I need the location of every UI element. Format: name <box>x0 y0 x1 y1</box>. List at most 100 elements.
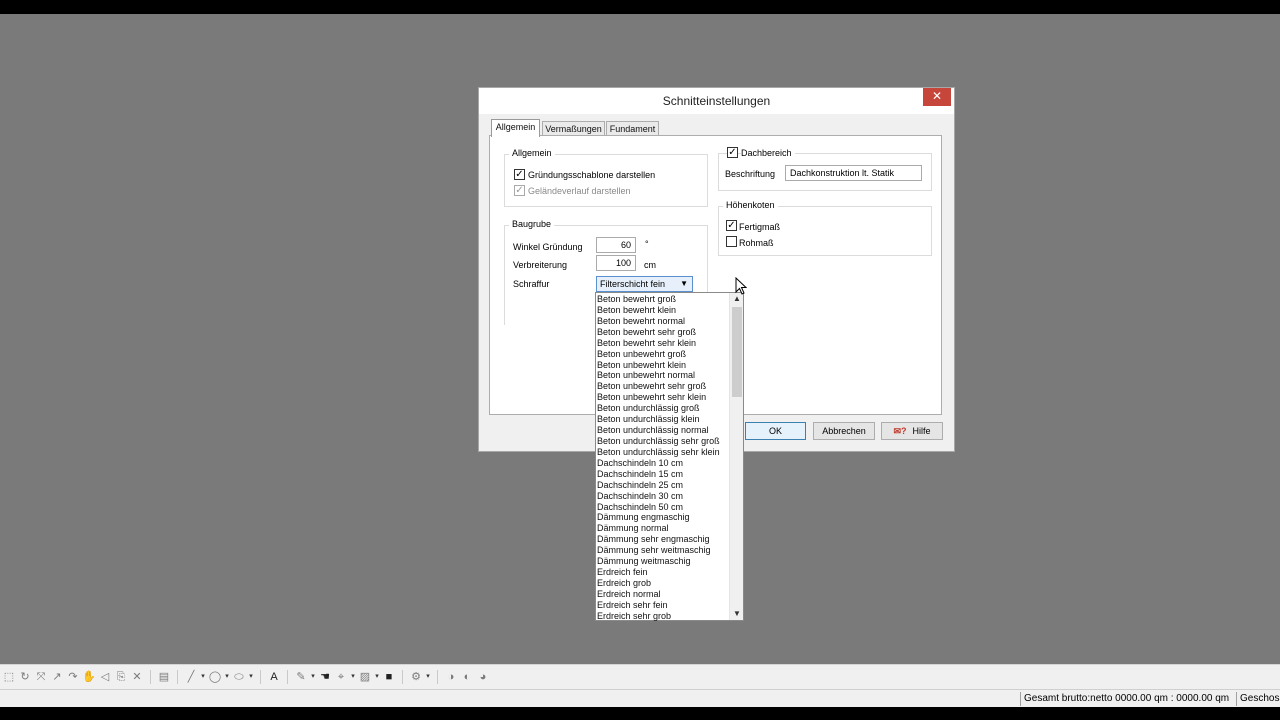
dropdown-list-item[interactable]: Beton undurchlässig sehr klein <box>596 447 730 458</box>
winkel-gruendung-input[interactable]: 60 <box>596 237 636 253</box>
checkbox-fertigmass[interactable]: ✓ <box>726 220 737 231</box>
dropdown-list-item[interactable]: Dämmung normal <box>596 523 730 534</box>
checkbox-dachbereich-label: Dachbereich <box>741 148 795 158</box>
circle-icon[interactable]: ◯ <box>208 669 222 685</box>
dropdown-list-item[interactable]: Erdreich fein <box>596 567 730 578</box>
tab-fundament[interactable]: Fundament <box>606 121 659 136</box>
schraffur-dropdown-list[interactable]: Beton bewehrt groß Beton bewehrt klein Bet… <box>595 292 744 621</box>
chevron-down-icon[interactable]: ▾ <box>200 669 206 685</box>
dropdown-list-item[interactable]: Beton bewehrt sehr groß <box>596 327 730 338</box>
status-bar: Gesamt brutto:netto 0000.00 qm : 0000.00… <box>0 689 1280 707</box>
dropdown-list-item[interactable]: Dachschindeln 25 cm <box>596 480 730 491</box>
hand-icon[interactable]: ☚ <box>318 669 332 685</box>
dropdown-list-item[interactable]: Beton unbewehrt groß <box>596 349 730 360</box>
dropdown-list-item[interactable]: Beton undurchlässig groß <box>596 403 730 414</box>
dropdown-list-item[interactable]: Dämmung weitmaschig <box>596 556 730 567</box>
dropdown-list-item[interactable]: Beton unbewehrt sehr klein <box>596 392 730 403</box>
checkbox-gruendungsschablone-label: Gründungsschablone darstellen <box>528 170 656 180</box>
dropdown-list-item[interactable]: Beton undurchlässig sehr groß <box>596 436 730 447</box>
measure-icon[interactable]: ⌖ <box>334 669 348 685</box>
tab-vermassungen[interactable]: Vermaßungen <box>542 121 605 136</box>
select-icon[interactable]: ⬚ <box>2 669 16 685</box>
layer-icon[interactable]: ▤ <box>157 669 171 685</box>
dropdown-list-item[interactable]: Erdreich grob <box>596 578 730 589</box>
dropdown-list-item[interactable]: Erdreich sehr grob <box>596 611 730 622</box>
pen-icon[interactable]: ✎ <box>294 669 308 685</box>
dropdown-list-item[interactable]: Dämmung sehr engmaschig <box>596 534 730 545</box>
mouse-cursor-icon <box>735 277 747 295</box>
toolbar-separator <box>177 670 178 684</box>
dropdown-list-item[interactable]: Dachschindeln 50 cm <box>596 502 730 513</box>
chevron-down-icon[interactable]: ▾ <box>310 669 316 685</box>
scrollbar-thumb[interactable] <box>732 307 742 397</box>
group-hoehenkoten-legend: Höhenkoten <box>723 200 778 210</box>
schraffur-select[interactable]: Filterschicht fein ▼ <box>596 276 693 292</box>
verbreiterung-input[interactable]: 100 <box>596 255 636 271</box>
checkbox-gelaendeverlauf-label: Geländeverlauf darstellen <box>528 186 631 196</box>
chevron-down-icon[interactable]: ▾ <box>374 669 380 685</box>
status-area: Gesamt brutto:netto 0000.00 qm : 0000.00… <box>1020 692 1235 706</box>
toolbar-separator <box>260 670 261 684</box>
dropdown-list-item[interactable]: Beton unbewehrt normal <box>596 370 730 381</box>
dropdown-list-item[interactable]: Beton unbewehrt klein <box>596 360 730 371</box>
close-button[interactable]: ✕ <box>923 88 951 106</box>
mirror-icon[interactable]: ◁ <box>98 669 112 685</box>
dropdown-list-item[interactable]: Dachschindeln 10 cm <box>596 458 730 469</box>
render-icon[interactable]: ◑ <box>444 669 458 685</box>
dropdown-list-item[interactable]: Beton bewehrt klein <box>596 305 730 316</box>
checkbox-rohmass[interactable] <box>726 236 737 247</box>
tab-allgemein[interactable]: Allgemein <box>491 119 540 137</box>
chevron-down-icon[interactable]: ▾ <box>224 669 230 685</box>
winkel-gruendung-label: Winkel Gründung <box>513 242 583 252</box>
block-icon[interactable]: ■ <box>382 669 396 685</box>
chevron-down-icon[interactable]: ▾ <box>248 669 254 685</box>
dropdown-list-item[interactable]: Beton bewehrt normal <box>596 316 730 327</box>
ellipse-icon[interactable]: ⬭ <box>232 669 246 685</box>
winkel-unit: ° <box>645 239 649 249</box>
checkbox-dachbereich[interactable]: ✓ <box>727 147 738 158</box>
rotate-icon[interactable]: ↻ <box>18 669 32 685</box>
dropdown-list-item[interactable]: Dachschindeln 15 cm <box>596 469 730 480</box>
beschriftung-input[interactable]: Dachkonstruktion lt. Statik <box>785 165 922 181</box>
dropdown-list-item[interactable]: Erdreich sehr fein <box>596 600 730 611</box>
dropdown-scrollbar[interactable]: ▲ ▼ <box>729 293 743 620</box>
scroll-down-icon[interactable]: ▼ <box>730 608 744 620</box>
toolbar-separator <box>402 670 403 684</box>
curve-icon[interactable]: ↷ <box>66 669 80 685</box>
dropdown-list-item[interactable]: Dämmung engmaschig <box>596 512 730 523</box>
close-icon: ✕ <box>931 89 943 103</box>
dropdown-list-item[interactable]: Dachschindeln 30 cm <box>596 491 730 502</box>
help-button[interactable]: ✉? Hilfe <box>881 422 943 440</box>
dropdown-list-item[interactable]: Erdreich normal <box>596 589 730 600</box>
cancel-button[interactable]: Abbrechen <box>813 422 875 440</box>
dropdown-list-item[interactable]: Beton unbewehrt sehr groß <box>596 381 730 392</box>
dialog-titlebar: Schnitteinstellungen ✕ <box>479 88 954 114</box>
checkbox-gruendungsschablone[interactable]: ✓ <box>514 169 525 180</box>
ok-button[interactable]: OK <box>745 422 806 440</box>
schraffur-label: Schraffur <box>513 279 550 289</box>
verbreiterung-unit: cm <box>644 260 656 270</box>
group-allgemein: Allgemein ✓ Gründungsschablone darstelle… <box>504 148 708 207</box>
checkbox-gelaendeverlauf[interactable]: ✓ <box>514 185 525 196</box>
dropdown-list-item[interactable]: Beton undurchlässig klein <box>596 414 730 425</box>
dropdown-list-item[interactable]: Dämmung sehr weitmaschig <box>596 545 730 556</box>
toolbar-separator <box>287 670 288 684</box>
line-tool-icon[interactable]: ╱ <box>184 669 198 685</box>
move-icon[interactable]: ⤧ <box>34 669 48 685</box>
hatch-icon[interactable]: ▨ <box>358 669 372 685</box>
dropdown-list-item[interactable]: Beton undurchlässig normal <box>596 425 730 436</box>
beschriftung-label: Beschriftung <box>725 169 776 179</box>
line-icon[interactable]: ↗ <box>50 669 64 685</box>
video-top-bar <box>0 0 1280 14</box>
text-icon[interactable]: A <box>267 669 281 685</box>
copy-icon[interactable]: ⎘ <box>114 669 128 685</box>
material-icon[interactable]: ◕ <box>476 669 490 685</box>
settings-icon[interactable]: ⚙ <box>409 669 423 685</box>
dropdown-list-item[interactable]: Beton bewehrt sehr klein <box>596 338 730 349</box>
view-icon[interactable]: ◐ <box>460 669 474 685</box>
dropdown-list-item[interactable]: Beton bewehrt groß <box>596 294 730 305</box>
pan-icon[interactable]: ✋ <box>82 669 96 685</box>
chevron-down-icon[interactable]: ▾ <box>425 669 431 685</box>
chevron-down-icon[interactable]: ▾ <box>350 669 356 685</box>
delete-icon[interactable]: ✕ <box>130 669 144 685</box>
